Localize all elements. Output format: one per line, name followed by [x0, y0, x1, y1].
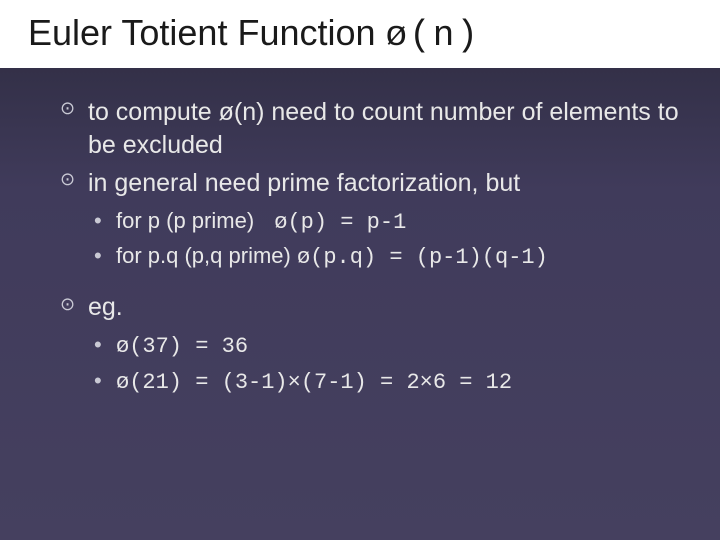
example-item: ø(21) = (3-1)×(7-1) = 2×6 = 12	[94, 366, 680, 398]
slide-content: to compute ø(n) need to count number of …	[0, 68, 720, 421]
slide-title: Euler Totient Function ø(n)	[0, 0, 720, 68]
sub-bullet-item: for p.q (p,q prime) ø(p.q) = (p-1)(q-1)	[94, 241, 680, 273]
example-item: ø(37) = 36	[94, 330, 680, 362]
eg-label-text: eg.	[88, 293, 123, 321]
bullet-item: in general need prime factorization, but	[60, 167, 680, 200]
bullet-item: to compute ø(n) need to count number of …	[60, 96, 680, 161]
example-label: eg.	[60, 293, 680, 322]
example-mono: ø(21) = (3-1)×(7-1) = 2×6 = 12	[116, 370, 512, 395]
example-mono: ø(37) = 36	[116, 334, 248, 359]
sub-bullet-item: for p (p prime) ø(p) = p-1	[94, 206, 680, 238]
bullet-text: in general need prime factorization, but	[88, 169, 520, 197]
sub-bullet-mono: ø(p.q) = (p-1)(q-1)	[297, 245, 548, 270]
bullet-text: to compute ø(n) need to count number of …	[88, 98, 679, 159]
sub-bullet-plain: for p.q (p,q prime)	[116, 243, 297, 268]
title-code: ø(n)	[386, 15, 480, 56]
sub-bullet-mono: ø(p) = p-1	[260, 210, 406, 235]
title-text: Euler Totient Function	[28, 12, 386, 53]
sub-bullet-plain: for p (p prime)	[116, 208, 260, 233]
example-group: eg. ø(37) = 36 ø(21) = (3-1)×(7-1) = 2×6…	[60, 293, 680, 397]
slide: Euler Totient Function ø(n) to compute ø…	[0, 0, 720, 540]
